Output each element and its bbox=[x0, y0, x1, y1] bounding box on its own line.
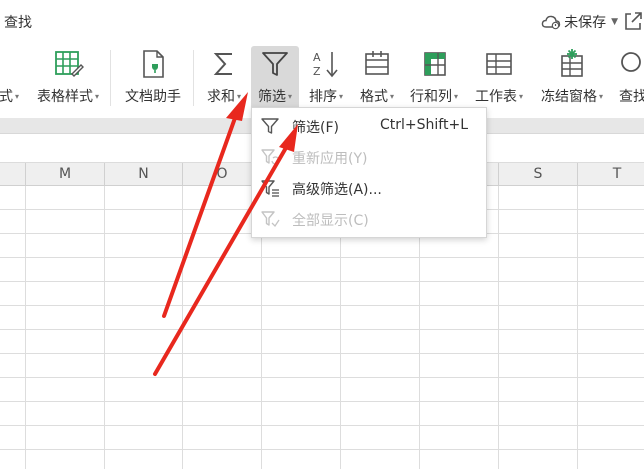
row-col-label: 行和列 bbox=[409, 89, 452, 105]
chevron-down-icon: ▾ bbox=[453, 91, 458, 101]
format-label: 格式 bbox=[359, 89, 388, 105]
column-header[interactable]: N bbox=[105, 163, 183, 185]
find-button[interactable]: 查找 bbox=[614, 46, 644, 110]
freeze-panes-icon bbox=[561, 49, 583, 77]
chevron-down-icon: ▾ bbox=[236, 91, 241, 101]
filter-icon bbox=[261, 118, 279, 134]
column-header[interactable]: M bbox=[26, 163, 105, 185]
doc-assistant-icon bbox=[143, 50, 164, 78]
search-icon bbox=[621, 52, 641, 72]
sum-button[interactable]: 求和 ▾ bbox=[203, 46, 245, 110]
chevron-down-icon: ▾ bbox=[389, 91, 394, 101]
filter-dropdown-menu: 筛选(F) Ctrl+Shift+L 重新应用(Y) 高级筛选(A)... 全部… bbox=[251, 107, 487, 238]
svg-text:A: A bbox=[313, 51, 321, 64]
doc-assistant-label: 文档助手 bbox=[125, 89, 181, 105]
top-bar: 查找 未保存 ▼ bbox=[0, 0, 644, 44]
ribbon-separator bbox=[110, 50, 111, 106]
chevron-down-icon: ▾ bbox=[518, 91, 523, 101]
sort-label: 排序 bbox=[308, 89, 337, 105]
sum-icon bbox=[213, 53, 232, 75]
worksheet-button[interactable]: 工作表 ▾ bbox=[471, 46, 527, 110]
row-col-button[interactable]: 行和列 ▾ bbox=[406, 46, 462, 110]
reapply-filter-icon bbox=[261, 149, 280, 165]
save-status-label: 未保存 bbox=[564, 15, 607, 31]
worksheet-label: 工作表 bbox=[474, 89, 517, 105]
table-style-icon bbox=[55, 51, 84, 77]
menu-item-label: 重新应用(Y) bbox=[292, 151, 368, 167]
menu-item-label: 筛选(F) bbox=[292, 120, 339, 136]
cloud-icon bbox=[541, 15, 561, 30]
menu-item-filter[interactable]: 筛选(F) Ctrl+Shift+L bbox=[252, 112, 486, 140]
style-button[interactable]: 式 ▾ bbox=[0, 46, 24, 110]
sum-label: 求和 bbox=[206, 89, 235, 105]
style-label: 式 bbox=[0, 89, 13, 105]
menu-item-label: 全部显示(C) bbox=[292, 213, 369, 229]
column-header-partial[interactable] bbox=[0, 163, 26, 185]
freeze-panes-label: 冻结窗格 bbox=[540, 89, 597, 105]
column-header[interactable]: S bbox=[499, 163, 578, 185]
freeze-panes-button[interactable]: 冻结窗格 ▾ bbox=[536, 46, 608, 110]
show-all-icon bbox=[261, 211, 280, 228]
menu-item-shortcut: Ctrl+Shift+L bbox=[380, 117, 468, 133]
ribbon-separator bbox=[193, 50, 194, 106]
sort-button[interactable]: A Z 排序 ▾ bbox=[305, 46, 347, 110]
chevron-down-icon: ▾ bbox=[287, 91, 292, 101]
find-label: 查找 bbox=[619, 89, 644, 105]
share-icon[interactable] bbox=[622, 10, 644, 32]
menu-item-show-all[interactable]: 全部显示(C) bbox=[252, 205, 486, 233]
find-link[interactable]: 查找 bbox=[4, 12, 32, 32]
sort-icon: A Z bbox=[313, 51, 338, 78]
save-status[interactable]: 未保存 ▼ bbox=[541, 12, 618, 32]
worksheet-icon bbox=[486, 53, 512, 75]
filter-label: 筛选 bbox=[257, 89, 286, 105]
advanced-filter-icon bbox=[261, 180, 279, 197]
filter-button[interactable]: 筛选 ▾ bbox=[251, 46, 299, 110]
style-icon bbox=[0, 48, 28, 80]
chevron-down-icon: ▾ bbox=[94, 91, 99, 101]
menu-item-label: 高级筛选(A)... bbox=[292, 182, 382, 198]
menu-item-reapply[interactable]: 重新应用(Y) bbox=[252, 143, 486, 171]
svg-text:Z: Z bbox=[313, 65, 321, 78]
format-button[interactable]: 格式 ▾ bbox=[355, 46, 399, 110]
doc-assistant-button[interactable]: 文档助手 bbox=[121, 46, 185, 110]
chevron-down-icon: ▾ bbox=[598, 91, 603, 101]
chevron-down-icon: ▼ bbox=[611, 17, 618, 27]
format-icon bbox=[365, 51, 389, 75]
chevron-down-icon: ▾ bbox=[14, 91, 19, 101]
filter-icon bbox=[262, 52, 288, 76]
column-header[interactable]: T bbox=[578, 163, 644, 185]
chevron-down-icon: ▾ bbox=[338, 91, 343, 101]
menu-item-advanced-filter[interactable]: 高级筛选(A)... bbox=[252, 174, 486, 202]
table-style-label: 表格样式 bbox=[36, 89, 93, 105]
row-col-icon bbox=[424, 52, 446, 76]
table-style-button[interactable]: 表格样式 ▾ bbox=[30, 46, 106, 110]
